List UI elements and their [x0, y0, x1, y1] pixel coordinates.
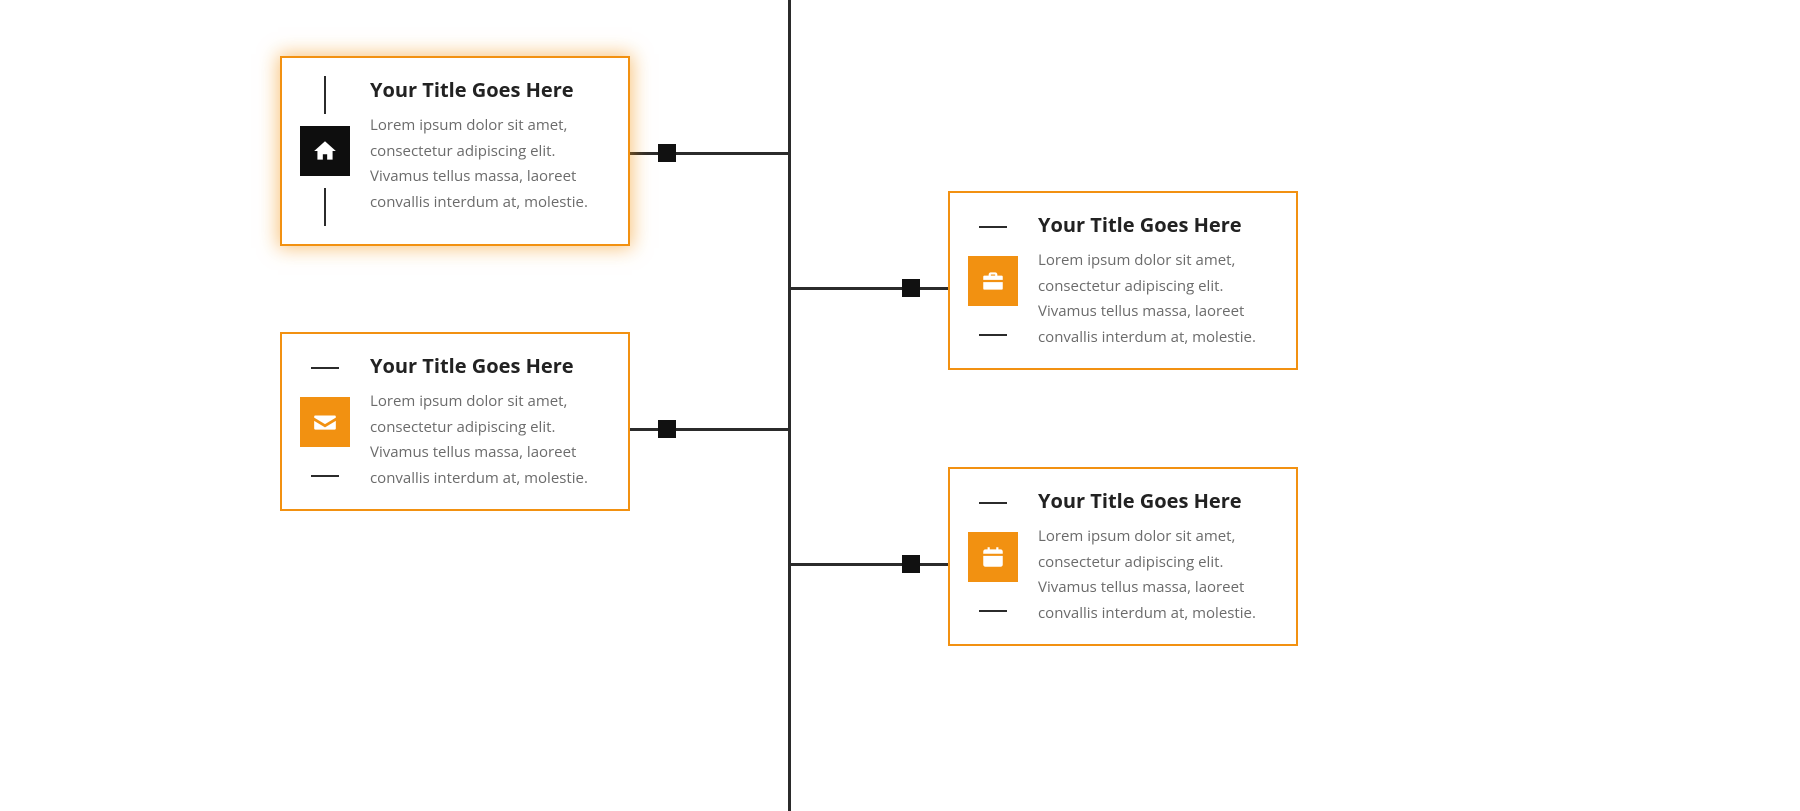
- card-title: Your Title Goes Here: [1038, 487, 1276, 514]
- icon-tick-bottom: [324, 188, 326, 226]
- icon-tick-top: [324, 76, 326, 114]
- icon-tick-top: [311, 367, 339, 369]
- card-title: Your Title Goes Here: [1038, 211, 1276, 238]
- timeline-diagram: Your Title Goes Here Lorem ipsum dolor s…: [0, 0, 1800, 811]
- card-text: Lorem ipsum dolor sit amet, consectetur …: [1038, 248, 1276, 350]
- card-icon-column: [300, 76, 350, 226]
- card-icon-column: [968, 487, 1018, 626]
- timeline-card: Your Title Goes Here Lorem ipsum dolor s…: [948, 467, 1298, 646]
- icon-tick-bottom: [979, 610, 1007, 612]
- timeline-spine: [788, 0, 791, 811]
- timeline-card: Your Title Goes Here Lorem ipsum dolor s…: [280, 56, 630, 246]
- timeline-node: [658, 420, 676, 438]
- home-icon: [300, 126, 350, 176]
- icon-tick-bottom: [979, 334, 1007, 336]
- card-text: Lorem ipsum dolor sit amet, consectetur …: [370, 113, 608, 215]
- icon-tick-top: [979, 502, 1007, 504]
- timeline-card: Your Title Goes Here Lorem ipsum dolor s…: [948, 191, 1298, 370]
- timeline-node: [902, 555, 920, 573]
- card-title: Your Title Goes Here: [370, 76, 608, 103]
- envelope-icon: [300, 397, 350, 447]
- icon-tick-bottom: [311, 475, 339, 477]
- briefcase-icon: [968, 256, 1018, 306]
- timeline-connector: [790, 287, 948, 290]
- card-title: Your Title Goes Here: [370, 352, 608, 379]
- timeline-connector: [630, 152, 788, 155]
- icon-tick-top: [979, 226, 1007, 228]
- card-text: Lorem ipsum dolor sit amet, consectetur …: [370, 389, 608, 491]
- timeline-connector: [630, 428, 788, 431]
- card-icon-column: [968, 211, 1018, 350]
- timeline-connector: [790, 563, 948, 566]
- card-text: Lorem ipsum dolor sit amet, consectetur …: [1038, 524, 1276, 626]
- calendar-icon: [968, 532, 1018, 582]
- timeline-node: [658, 144, 676, 162]
- timeline-card: Your Title Goes Here Lorem ipsum dolor s…: [280, 332, 630, 511]
- card-icon-column: [300, 352, 350, 491]
- timeline-node: [902, 279, 920, 297]
